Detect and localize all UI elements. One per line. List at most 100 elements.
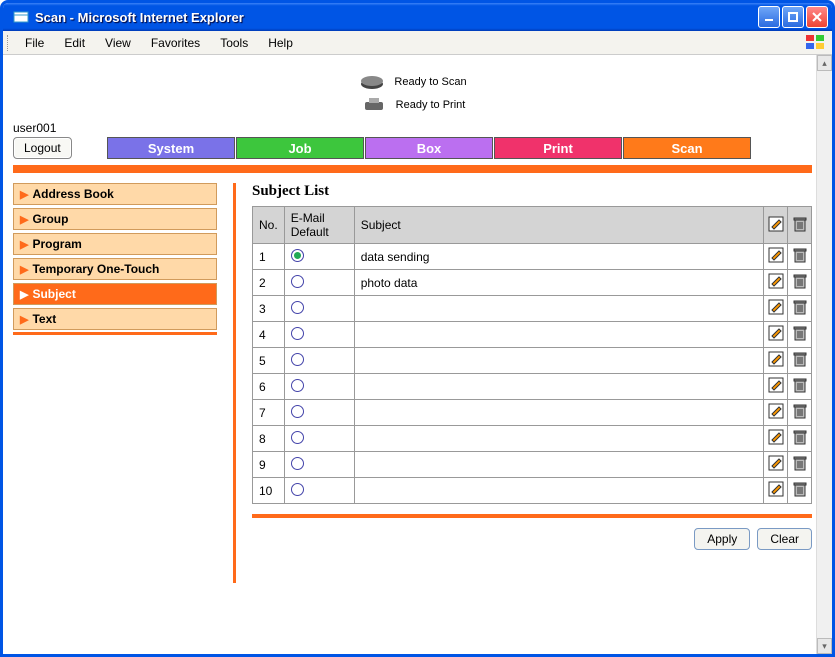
cell-subject (354, 374, 763, 400)
edit-icon[interactable] (767, 428, 785, 446)
col-no: No. (253, 207, 285, 244)
edit-icon[interactable] (767, 402, 785, 420)
cell-no: 5 (253, 348, 285, 374)
edit-icon[interactable] (767, 480, 785, 498)
page-body: Ready to Scan Ready to Print user001 Log… (3, 55, 832, 593)
sidebar-item-program[interactable]: ▶ Program (13, 233, 217, 255)
logout-button[interactable]: Logout (13, 137, 72, 159)
sidebar-item-subject[interactable]: ▶Subject (13, 283, 217, 305)
window-title: Scan - Microsoft Internet Explorer (35, 10, 756, 25)
table-row: 7 (253, 400, 812, 426)
cell-no: 1 (253, 244, 285, 270)
edit-icon[interactable] (767, 454, 785, 472)
edit-icon[interactable] (767, 298, 785, 316)
delete-icon[interactable] (791, 480, 809, 498)
edit-header-icon[interactable] (767, 215, 785, 233)
edit-icon[interactable] (767, 272, 785, 290)
delete-icon[interactable] (791, 324, 809, 342)
cell-default (284, 270, 354, 296)
default-radio[interactable] (291, 327, 304, 340)
username-label: user001 (13, 121, 812, 135)
cell-no: 10 (253, 478, 285, 504)
menu-view[interactable]: View (95, 33, 141, 53)
arrow-icon: ▶ (20, 238, 28, 251)
cell-default (284, 244, 354, 270)
menu-file[interactable]: File (15, 33, 54, 53)
vertical-scrollbar[interactable]: ▴ ▾ (816, 55, 832, 654)
default-radio[interactable] (291, 301, 304, 314)
default-radio[interactable] (291, 483, 304, 496)
tab-box[interactable]: Box (365, 137, 493, 159)
sidebar-item-text[interactable]: ▶Text (13, 308, 217, 330)
minimize-button[interactable] (758, 6, 780, 28)
sidebar-item-address-book[interactable]: ▶Address Book (13, 183, 217, 205)
default-radio[interactable] (291, 249, 304, 262)
cell-subject: photo data (354, 270, 763, 296)
delete-icon[interactable] (791, 272, 809, 290)
cell-default (284, 452, 354, 478)
edit-icon[interactable] (767, 324, 785, 342)
close-button[interactable] (806, 6, 828, 28)
sidebar-item-label: Temporary One-Touch (32, 262, 159, 276)
cell-no: 8 (253, 426, 285, 452)
scroll-up-arrow-icon[interactable]: ▴ (817, 55, 832, 71)
menu-edit[interactable]: Edit (54, 33, 95, 53)
delete-icon[interactable] (791, 246, 809, 264)
default-radio[interactable] (291, 275, 304, 288)
menu-tools[interactable]: Tools (210, 33, 258, 53)
table-row: 10 (253, 478, 812, 504)
menu-favorites[interactable]: Favorites (141, 33, 210, 53)
apply-button[interactable]: Apply (694, 528, 750, 550)
menubar-grip-icon (7, 35, 13, 51)
delete-icon[interactable] (791, 298, 809, 316)
button-row: Apply Clear (252, 528, 812, 550)
edit-icon[interactable] (767, 350, 785, 368)
cell-subject (354, 348, 763, 374)
delete-icon[interactable] (791, 428, 809, 446)
col-delete (788, 207, 812, 244)
cell-default (284, 426, 354, 452)
default-radio[interactable] (291, 405, 304, 418)
delete-icon[interactable] (791, 402, 809, 420)
table-row: 8 (253, 426, 812, 452)
clear-button[interactable]: Clear (757, 528, 812, 550)
default-radio[interactable] (291, 353, 304, 366)
table-row: 5 (253, 348, 812, 374)
tab-system[interactable]: System (107, 137, 235, 159)
default-radio[interactable] (291, 457, 304, 470)
cell-subject (354, 452, 763, 478)
sidebar-item-label: Program (32, 237, 81, 251)
scroll-track[interactable] (817, 71, 832, 638)
sidebar-item-label: Group (32, 212, 68, 226)
content-area: ▴ ▾ Ready to Scan Ready to Print (3, 55, 832, 654)
cell-default (284, 296, 354, 322)
delete-header-icon[interactable] (791, 215, 809, 233)
delete-icon[interactable] (791, 350, 809, 368)
maximize-button[interactable] (782, 6, 804, 28)
status-scan-text: Ready to Scan (394, 76, 466, 88)
menu-help[interactable]: Help (258, 33, 303, 53)
cell-subject: data sending (354, 244, 763, 270)
main-layout: ▶Address Book ▶Group ▶ Program ▶Temporary On… (13, 183, 812, 583)
delete-icon[interactable] (791, 454, 809, 472)
tab-job[interactable]: Job (236, 137, 364, 159)
col-subject: Subject (354, 207, 763, 244)
cell-default (284, 374, 354, 400)
subject-table: No. E-Mail Default Subject (252, 206, 812, 504)
edit-icon[interactable] (767, 246, 785, 264)
sidebar-item-label: Text (32, 312, 56, 326)
tab-print[interactable]: Print (494, 137, 622, 159)
sidebar-item-group[interactable]: ▶Group (13, 208, 217, 230)
col-edit (764, 207, 788, 244)
tab-scan[interactable]: Scan (623, 137, 751, 159)
cell-subject (354, 426, 763, 452)
delete-icon[interactable] (791, 376, 809, 394)
scroll-down-arrow-icon[interactable]: ▾ (817, 638, 832, 654)
default-radio[interactable] (291, 431, 304, 444)
ie-app-icon (13, 9, 29, 25)
panel-title: Subject List (252, 183, 812, 200)
sidebar-item-temporary-one-touch[interactable]: ▶Temporary One-Touch (13, 258, 217, 280)
default-radio[interactable] (291, 379, 304, 392)
edit-icon[interactable] (767, 376, 785, 394)
cell-default (284, 400, 354, 426)
